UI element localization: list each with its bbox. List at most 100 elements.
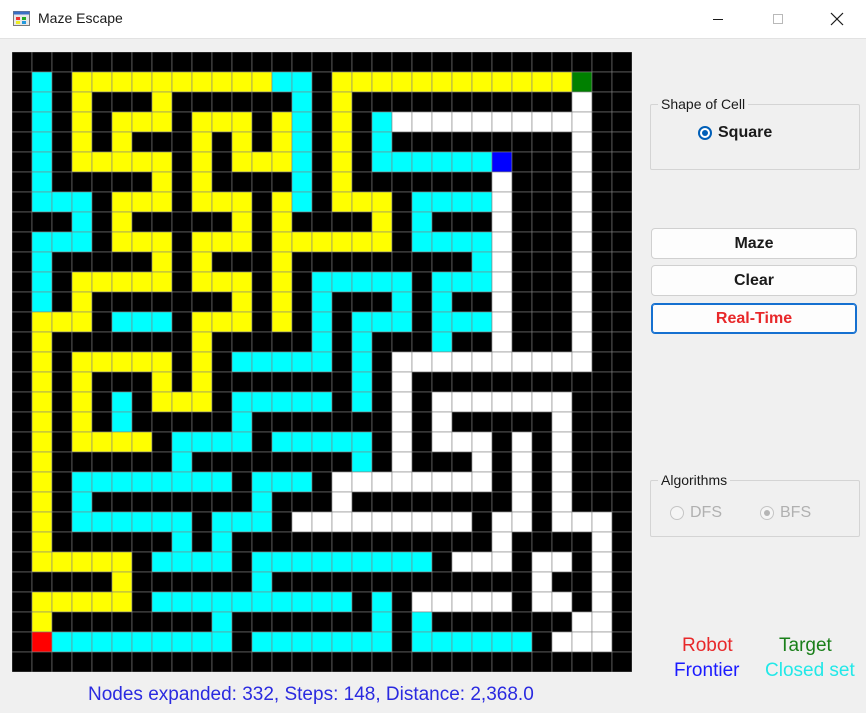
free-cell[interactable]: [451, 591, 473, 613]
closed-cell[interactable]: [291, 71, 313, 93]
wall-cell[interactable]: [211, 171, 233, 193]
free-cell[interactable]: [471, 351, 493, 373]
wall-cell[interactable]: [12, 551, 33, 573]
wall-cell[interactable]: [431, 171, 453, 193]
wall-cell[interactable]: [451, 251, 473, 273]
wall-cell[interactable]: [511, 551, 533, 573]
wall-cell[interactable]: [171, 52, 193, 73]
wall-cell[interactable]: [511, 311, 533, 333]
path-cell[interactable]: [151, 271, 173, 293]
wall-cell[interactable]: [451, 571, 473, 593]
path-cell[interactable]: [271, 291, 293, 313]
path-cell[interactable]: [111, 151, 133, 173]
free-cell[interactable]: [491, 111, 513, 133]
path-cell[interactable]: [51, 551, 73, 573]
wall-cell[interactable]: [191, 211, 213, 233]
wall-cell[interactable]: [51, 251, 73, 273]
wall-cell[interactable]: [111, 52, 133, 73]
path-cell[interactable]: [431, 71, 453, 93]
wall-cell[interactable]: [151, 651, 173, 672]
wall-cell[interactable]: [431, 491, 453, 513]
wall-cell[interactable]: [151, 411, 173, 433]
free-cell[interactable]: [551, 411, 573, 433]
wall-cell[interactable]: [531, 331, 553, 353]
free-cell[interactable]: [391, 451, 413, 473]
path-cell[interactable]: [31, 431, 53, 453]
wall-cell[interactable]: [431, 451, 453, 473]
wall-cell[interactable]: [391, 211, 413, 233]
wall-cell[interactable]: [471, 531, 493, 553]
wall-cell[interactable]: [131, 91, 153, 113]
wall-cell[interactable]: [251, 251, 273, 273]
wall-cell[interactable]: [591, 271, 613, 293]
close-button[interactable]: [814, 0, 860, 38]
path-cell[interactable]: [271, 191, 293, 213]
free-cell[interactable]: [391, 371, 413, 393]
path-cell[interactable]: [111, 351, 133, 373]
wall-cell[interactable]: [531, 451, 553, 473]
wall-cell[interactable]: [251, 371, 273, 393]
closed-cell[interactable]: [371, 631, 393, 653]
wall-cell[interactable]: [551, 171, 573, 193]
closed-cell[interactable]: [171, 451, 193, 473]
path-cell[interactable]: [31, 371, 53, 393]
free-cell[interactable]: [451, 471, 473, 493]
wall-cell[interactable]: [611, 291, 632, 313]
closed-cell[interactable]: [471, 251, 493, 273]
path-cell[interactable]: [151, 391, 173, 413]
free-cell[interactable]: [431, 111, 453, 133]
closed-cell[interactable]: [451, 151, 473, 173]
closed-cell[interactable]: [171, 591, 193, 613]
wall-cell[interactable]: [471, 411, 493, 433]
free-cell[interactable]: [431, 351, 453, 373]
wall-cell[interactable]: [251, 111, 273, 133]
free-cell[interactable]: [511, 491, 533, 513]
free-cell[interactable]: [571, 331, 593, 353]
wall-cell[interactable]: [211, 391, 233, 413]
free-cell[interactable]: [491, 171, 513, 193]
wall-cell[interactable]: [371, 351, 393, 373]
wall-cell[interactable]: [131, 291, 153, 313]
wall-cell[interactable]: [91, 251, 113, 273]
wall-cell[interactable]: [171, 191, 193, 213]
wall-cell[interactable]: [291, 611, 313, 633]
path-cell[interactable]: [331, 231, 353, 253]
closed-cell[interactable]: [491, 631, 513, 653]
closed-cell[interactable]: [31, 131, 53, 153]
wall-cell[interactable]: [611, 471, 632, 493]
closed-cell[interactable]: [171, 551, 193, 573]
wall-cell[interactable]: [291, 311, 313, 333]
path-cell[interactable]: [111, 111, 133, 133]
wall-cell[interactable]: [51, 611, 73, 633]
wall-cell[interactable]: [411, 371, 433, 393]
path-cell[interactable]: [191, 371, 213, 393]
wall-cell[interactable]: [411, 171, 433, 193]
wall-cell[interactable]: [451, 491, 473, 513]
free-cell[interactable]: [331, 471, 353, 493]
closed-cell[interactable]: [211, 531, 233, 553]
path-cell[interactable]: [191, 391, 213, 413]
path-cell[interactable]: [111, 431, 133, 453]
wall-cell[interactable]: [51, 291, 73, 313]
minimize-button[interactable]: [695, 0, 741, 38]
wall-cell[interactable]: [271, 611, 293, 633]
path-cell[interactable]: [91, 151, 113, 173]
path-cell[interactable]: [411, 71, 433, 93]
free-cell[interactable]: [511, 111, 533, 133]
closed-cell[interactable]: [51, 231, 73, 253]
wall-cell[interactable]: [571, 471, 593, 493]
path-cell[interactable]: [171, 71, 193, 93]
wall-cell[interactable]: [571, 431, 593, 453]
wall-cell[interactable]: [611, 511, 632, 533]
path-cell[interactable]: [191, 311, 213, 333]
closed-cell[interactable]: [411, 611, 433, 633]
wall-cell[interactable]: [231, 251, 253, 273]
wall-cell[interactable]: [191, 91, 213, 113]
wall-cell[interactable]: [351, 131, 373, 153]
path-cell[interactable]: [191, 171, 213, 193]
wall-cell[interactable]: [291, 571, 313, 593]
closed-cell[interactable]: [171, 431, 193, 453]
closed-cell[interactable]: [251, 571, 273, 593]
square-radio[interactable]: Square: [698, 124, 772, 142]
closed-cell[interactable]: [271, 71, 293, 93]
